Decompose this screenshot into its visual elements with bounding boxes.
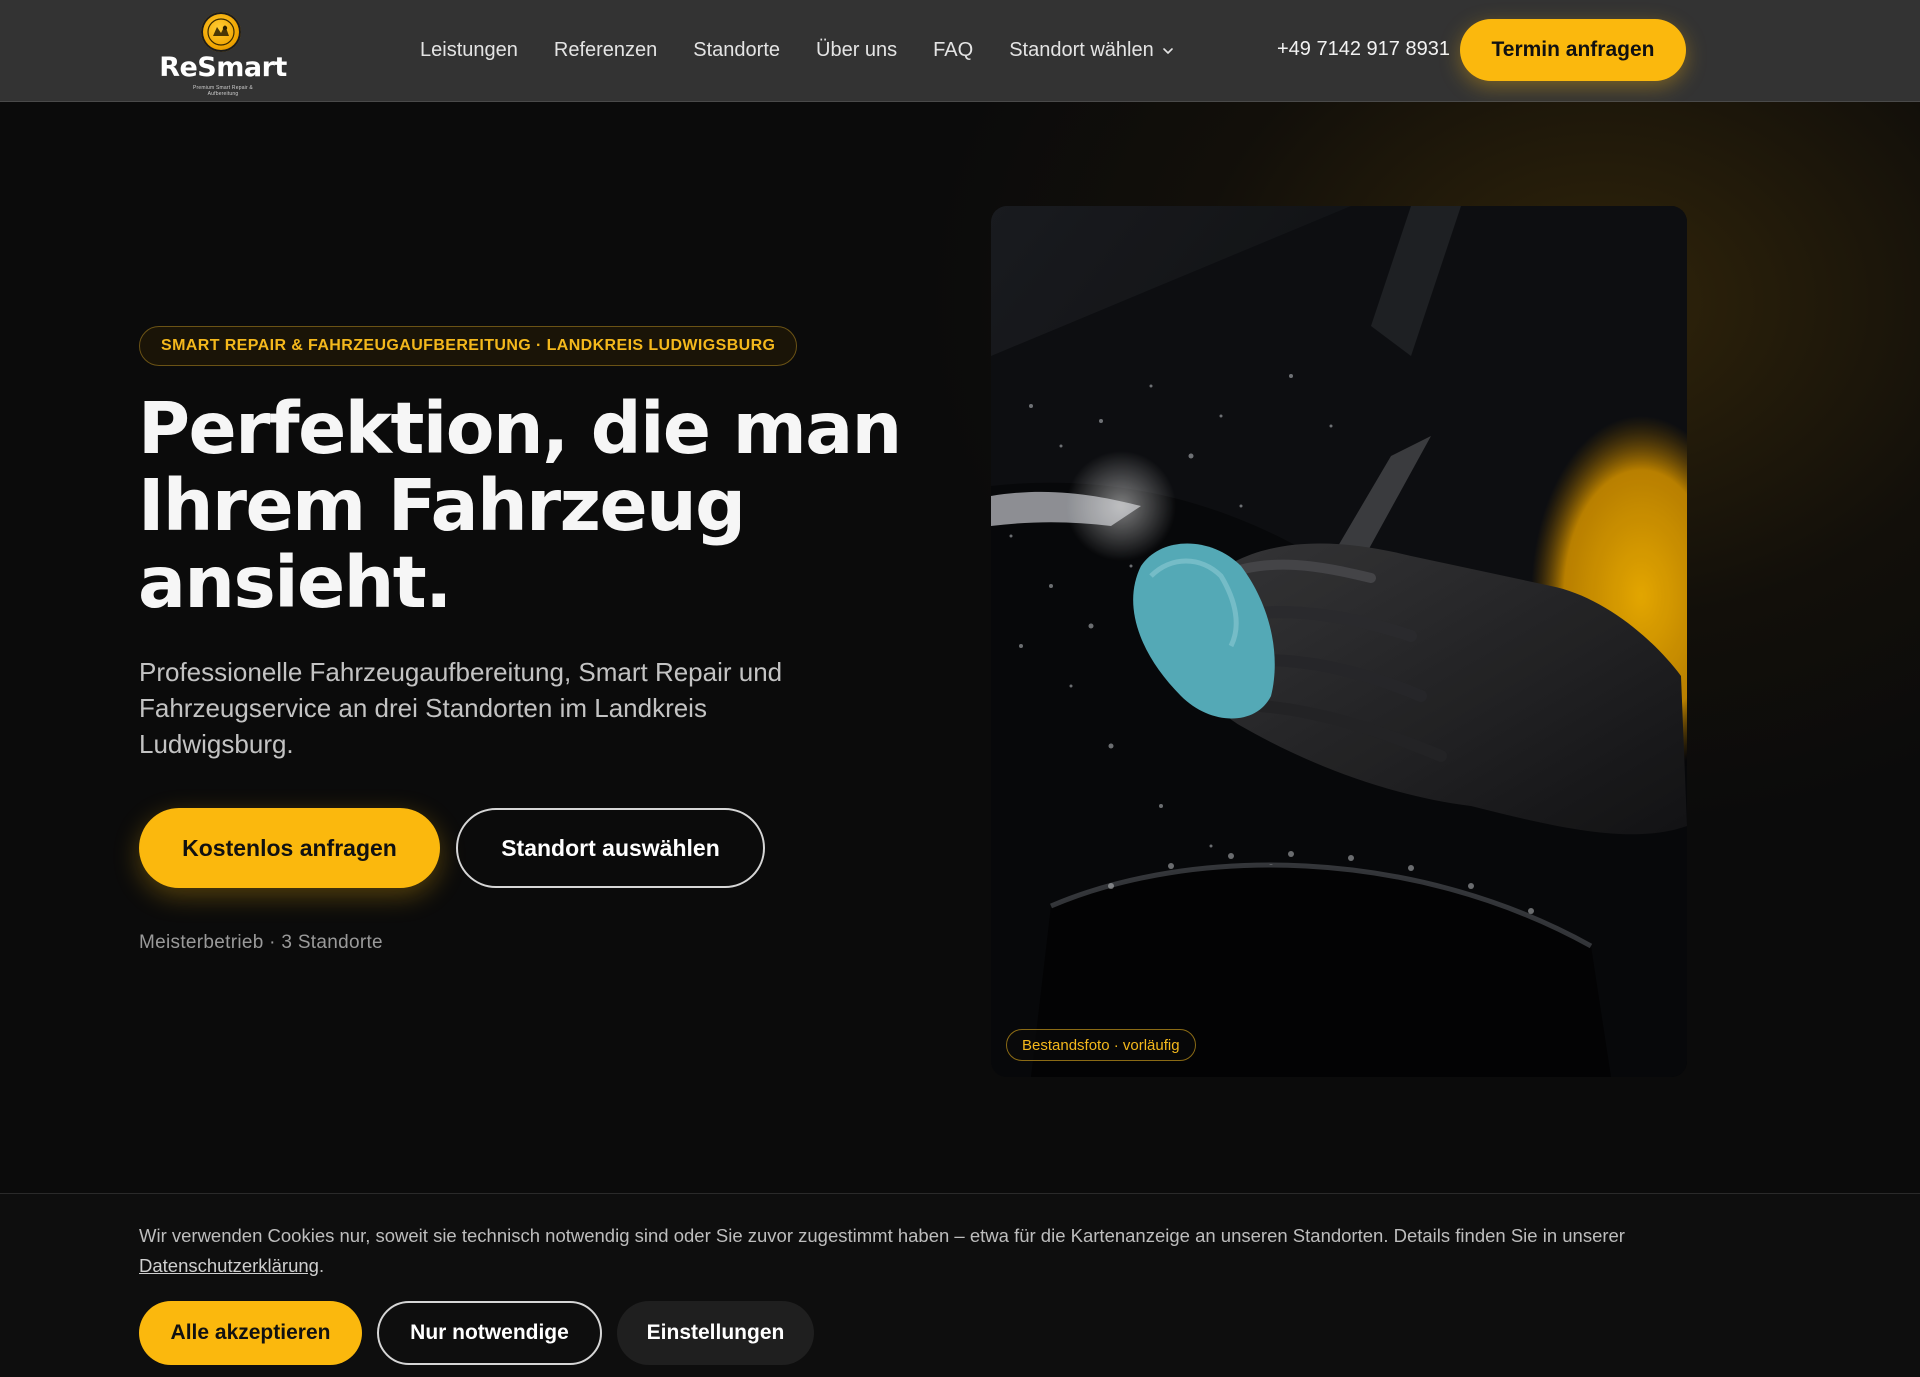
free-inquiry-button[interactable]: Kostenlos anfragen: [139, 808, 440, 888]
accept-all-cookies-button[interactable]: Alle akzeptieren: [139, 1301, 362, 1365]
cookie-settings-button[interactable]: Einstellungen: [617, 1301, 814, 1365]
nav-link-ueber-uns[interactable]: Über uns: [816, 39, 897, 62]
hero-subtext: Professionelle Fahrzeugaufbereitung, Sma…: [139, 657, 783, 759]
cookie-notice-text: Wir verwenden Cookies nur, soweit sie te…: [139, 1221, 1699, 1281]
nav-link-leistungen[interactable]: Leistungen: [420, 39, 518, 62]
choose-location-button[interactable]: Standort auswählen: [456, 808, 765, 888]
necessary-cookies-button[interactable]: Nur notwendige: [377, 1301, 602, 1365]
location-dropdown-label: Standort wählen: [1009, 38, 1154, 61]
car-detailing-photo: [991, 206, 1687, 1077]
logo-emblem-icon: [201, 12, 241, 52]
hero-section: SMART REPAIR & FAHRZEUGAUFBEREITUNG · LA…: [0, 102, 1920, 1194]
nav-link-standorte[interactable]: Standorte: [693, 39, 780, 62]
cookie-notice-body: Wir verwenden Cookies nur, soweit sie te…: [139, 1225, 1625, 1246]
chevron-down-icon: [1162, 48, 1173, 54]
hero-eyebrow-badge: SMART REPAIR & FAHRZEUGAUFBEREITUNG · LA…: [139, 326, 798, 366]
location-dropdown[interactable]: Standort wählen: [1009, 39, 1174, 62]
privacy-policy-link[interactable]: Datenschutzerklärung: [139, 1255, 319, 1276]
top-navigation: ReSmart Premium Smart Repair & Aufbereit…: [0, 0, 1920, 102]
hero-headline: Perfektion, die man Ihrem Fahrzeug ansie…: [138, 387, 902, 624]
cookie-banner: Wir verwenden Cookies nur, soweit sie te…: [0, 1193, 1920, 1377]
photo-caption-badge: Bestandsfoto · vorläufig: [1006, 1029, 1196, 1061]
main-menu: Leistungen Referenzen Standorte Über uns…: [420, 0, 1174, 100]
nav-link-faq[interactable]: FAQ: [933, 39, 973, 62]
brand-logo[interactable]: ReSmart Premium Smart Repair & Aufbereit…: [150, 10, 300, 97]
book-appointment-button[interactable]: Termin anfragen: [1460, 19, 1686, 81]
cookie-notice-end: .: [318, 1255, 325, 1276]
brand-tagline: Premium Smart Repair & Aufbereitung: [193, 85, 253, 97]
hero-meta-info: Meisterbetrieb · 3 Standorte: [139, 932, 383, 953]
nav-link-referenzen[interactable]: Referenzen: [554, 39, 657, 62]
hero-photo: Bestandsfoto · vorläufig: [991, 206, 1687, 1077]
brand-name: ReSmart: [159, 52, 287, 83]
phone-link[interactable]: +49 7142 917 8931: [1277, 38, 1450, 61]
